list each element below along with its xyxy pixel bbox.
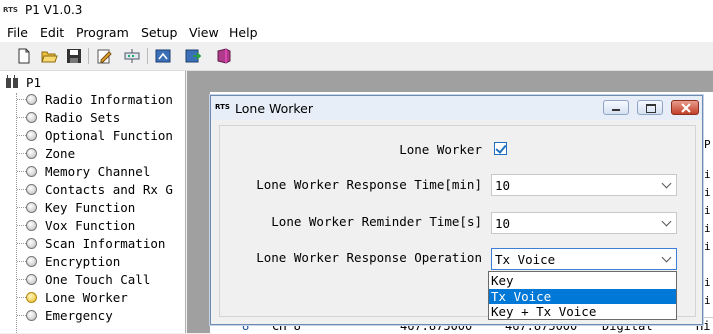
tree-bullet-icon [26,220,37,231]
menu-setup[interactable]: Setup [141,25,177,40]
tree-bullet-icon [26,112,37,123]
tree-item-contacts[interactable]: Contacts and Rx G [45,182,173,197]
minimize-icon [612,109,620,111]
menu-program[interactable]: Program [76,25,129,40]
tree-bullet-active-icon [26,292,37,303]
maximize-icon [646,104,656,113]
tree-root[interactable]: P1 [26,75,41,90]
book-icon[interactable] [215,47,233,65]
tree-bullet-icon [26,184,37,195]
lone-worker-label: Lone Worker [399,142,482,157]
menu-edit[interactable]: Edit [40,25,64,40]
response-operation-select[interactable]: Tx Voice [491,248,677,270]
save-icon[interactable] [65,47,83,65]
tree-bullet-icon [26,274,37,285]
dialog-titlebar[interactable]: RTS Lone Worker [211,96,702,120]
new-icon[interactable] [15,47,33,65]
reminder-time-select[interactable]: 10 [491,212,677,234]
tree-bullet-icon [26,256,37,267]
menu-bar: File Edit Program Setup View Help [0,22,713,42]
app-title: P1 V1.0.3 [25,3,83,17]
chevron-down-icon [661,252,672,263]
read-radio-icon[interactable] [154,47,172,65]
close-icon [681,103,691,113]
tree-bullet-icon [26,310,37,321]
app-logo: RTS [3,6,18,14]
close-button[interactable] [671,100,699,115]
dialog-title: Lone Worker [235,101,314,116]
tree-item-memory-channel[interactable]: Memory Channel [45,164,150,179]
tree-item-optional-function[interactable]: Optional Function [45,128,173,143]
tree-bullet-icon [26,130,37,141]
dropdown-option-tx-voice[interactable]: Tx Voice [489,289,676,304]
response-operation-value: Tx Voice [495,252,556,267]
tree-item-lone-worker[interactable]: Lone Worker [45,290,128,305]
tree-bullet-icon [26,166,37,177]
tree-bullet-icon [26,238,37,249]
tree-item-emergency[interactable]: Emergency [45,308,113,323]
lone-worker-checkbox[interactable] [494,142,507,155]
tree-item-zone[interactable]: Zone [45,146,75,161]
radio-device-icon [6,75,18,88]
reminder-time-label: Lone Worker Reminder Time[s] [271,214,482,229]
response-time-select[interactable]: 10 [491,174,677,196]
response-time-label: Lone Worker Response Time[min] [256,177,482,192]
tree-item-radio-sets[interactable]: Radio Sets [45,110,120,125]
minimize-button[interactable] [603,100,629,115]
menu-file[interactable]: File [7,25,28,40]
write-radio-icon[interactable] [184,47,202,65]
response-operation-dropdown: Key Tx Voice Key + Tx Voice [488,271,677,320]
tree-bullet-icon [26,148,37,159]
response-time-value: 10 [495,178,511,193]
edit-icon[interactable] [95,47,113,65]
toolbar [0,43,713,71]
dialog-logo: RTS [215,103,230,111]
dropdown-option-key[interactable]: Key [489,273,676,288]
tree-item-scan-information[interactable]: Scan Information [45,236,165,251]
tree-item-key-function[interactable]: Key Function [45,200,135,215]
menu-view[interactable]: View [189,25,219,40]
chevron-down-icon [661,216,672,227]
tree-item-radio-information[interactable]: Radio Information [45,92,173,107]
response-operation-label: Lone Worker Response Operation [256,250,482,265]
dropdown-option-key-tx-voice[interactable]: Key + Tx Voice [489,304,676,319]
open-icon[interactable] [40,47,58,65]
tree-item-encryption[interactable]: Encryption [45,254,120,269]
maximize-button[interactable] [637,100,663,115]
menu-help[interactable]: Help [229,25,258,40]
chevron-down-icon [661,178,672,189]
reminder-time-value: 10 [495,216,511,231]
tree-view: P1 Radio Information Radio Sets Optional… [0,71,186,333]
tree-item-vox-function[interactable]: Vox Function [45,218,135,233]
app-titlebar: RTS P1 V1.0.3 [0,0,713,22]
tree-bullet-icon [26,94,37,105]
tree-bullet-icon [26,202,37,213]
settings-icon[interactable] [123,47,141,65]
tree-item-one-touch-call[interactable]: One Touch Call [45,272,150,287]
